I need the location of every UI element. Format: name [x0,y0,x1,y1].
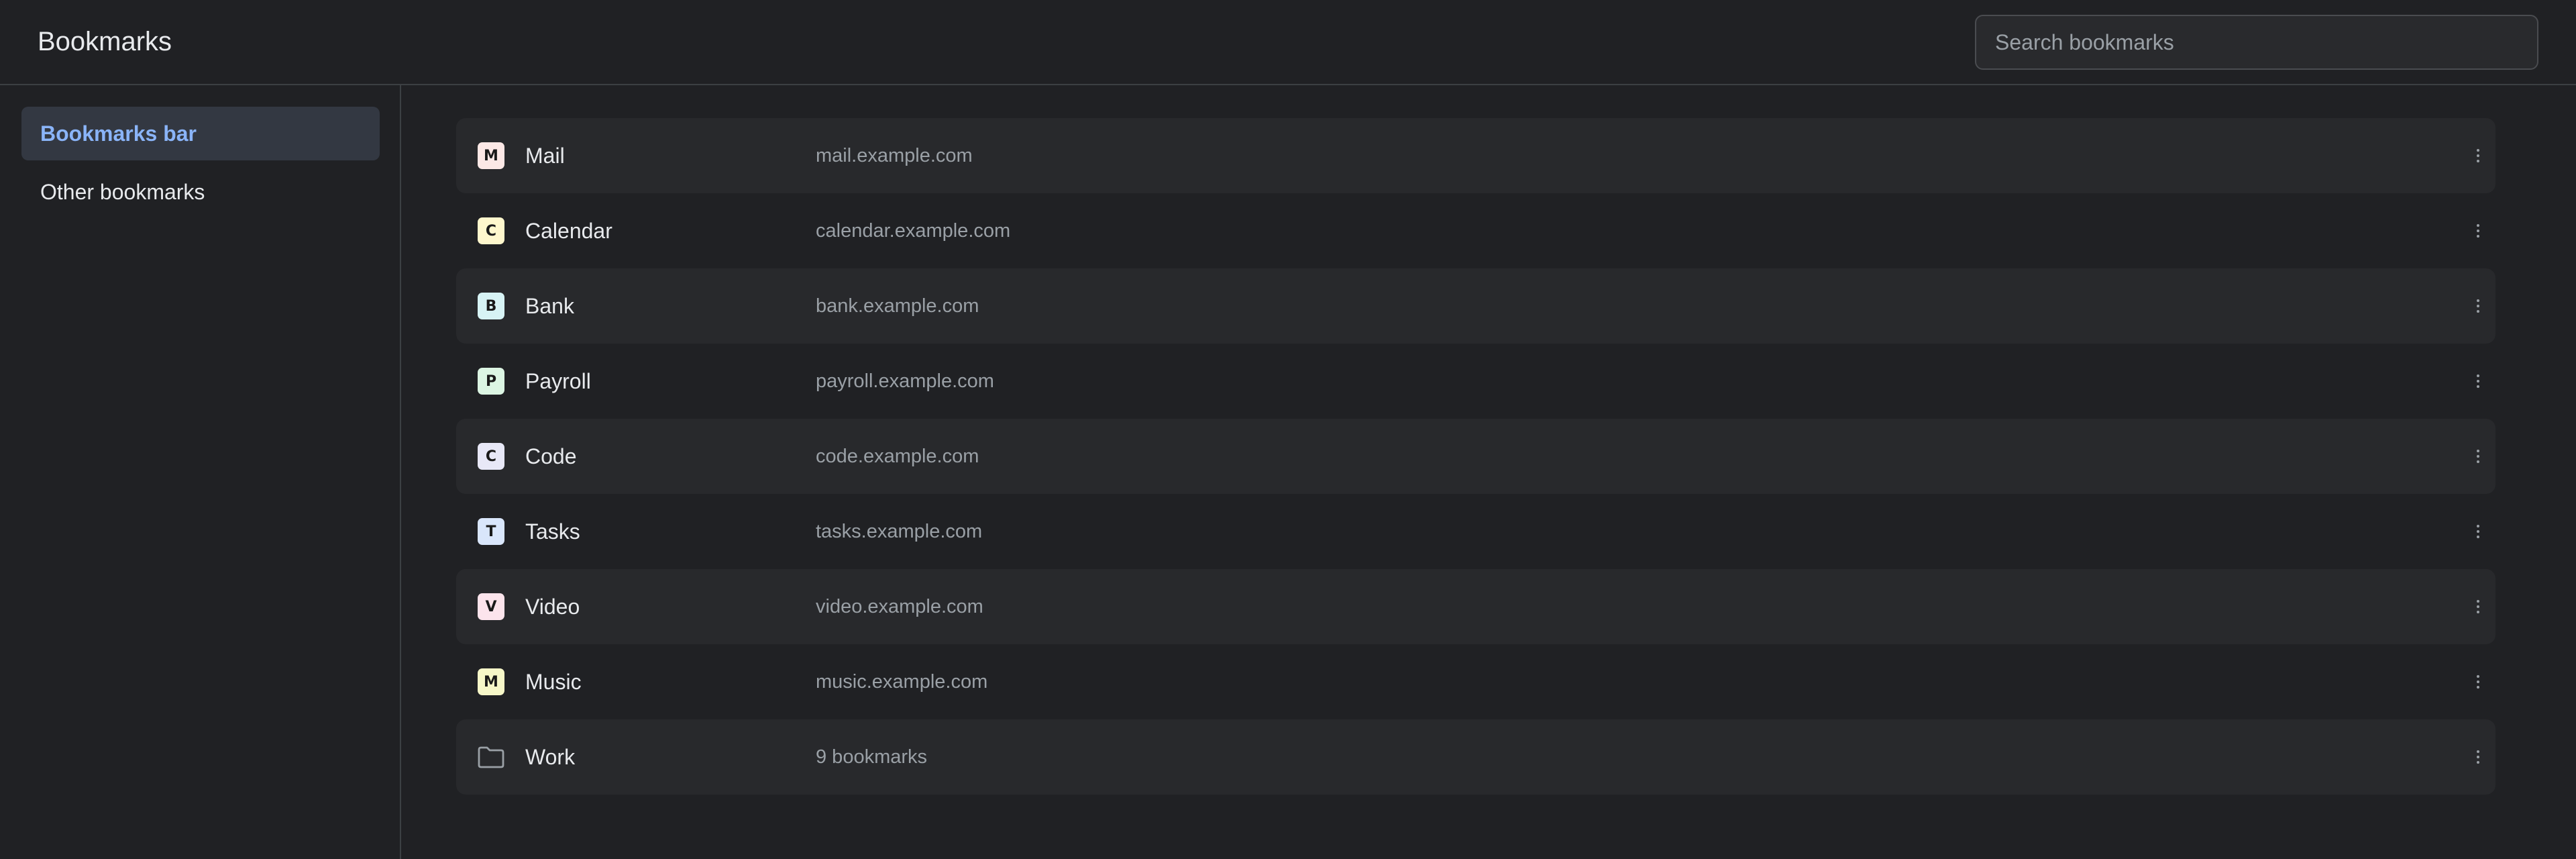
favicon-icon: M [478,142,504,169]
bookmark-url: music.example.com [816,670,988,693]
bookmark-list: M Mail mail.example.com C Calendar calendar.e… [456,118,2496,795]
bookmark-folder-row[interactable]: Work 9 bookmarks [456,719,2496,795]
bookmark-url: tasks.example.com [816,520,983,542]
bookmark-row[interactable]: P Payroll payroll.example.com [456,344,2496,419]
more-vertical-icon[interactable] [2465,217,2491,244]
page-title: Bookmarks [38,27,172,56]
bookmark-row[interactable]: M Mail mail.example.com [456,118,2496,193]
favicon-icon: P [478,368,504,395]
sidebar-item-other-bookmarks[interactable]: Other bookmarks [21,165,380,219]
more-vertical-icon[interactable] [2465,142,2491,169]
bookmark-name: Calendar [525,218,612,243]
bookmark-name: Music [525,669,582,694]
search-input[interactable] [1995,16,2518,68]
bookmark-row[interactable]: M Music music.example.com [456,644,2496,719]
bookmarks-app: Bookmarks Bookmarks bar Other bookmarks … [0,0,2576,859]
more-vertical-icon[interactable] [2465,744,2491,770]
favicon-icon: V [478,593,504,620]
search-box[interactable] [1975,15,2538,70]
bookmark-url: code.example.com [816,445,979,467]
bookmark-url: calendar.example.com [816,219,1011,242]
more-vertical-icon[interactable] [2465,593,2491,620]
favicon-icon: M [478,668,504,695]
bookmark-name: Video [525,594,580,619]
bookmark-url: bank.example.com [816,295,979,317]
sidebar: Bookmarks bar Other bookmarks [0,85,401,859]
header: Bookmarks [0,0,2576,85]
favicon-icon: C [478,217,504,244]
bookmark-name: Tasks [525,519,580,544]
more-vertical-icon[interactable] [2465,668,2491,695]
favicon-icon: C [478,443,504,470]
bookmark-name: Code [525,444,577,468]
bookmark-url: payroll.example.com [816,370,994,392]
bookmark-row[interactable]: C Calendar calendar.example.com [456,193,2496,268]
bookmark-url: video.example.com [816,595,983,617]
more-vertical-icon[interactable] [2465,293,2491,319]
bookmark-name: Bank [525,293,574,318]
sidebar-item-bookmarks-bar[interactable]: Bookmarks bar [21,107,380,160]
more-vertical-icon[interactable] [2465,443,2491,470]
favicon-icon: B [478,293,504,319]
more-vertical-icon[interactable] [2465,368,2491,395]
bookmark-row[interactable]: V Video video.example.com [456,569,2496,644]
bookmark-count: 9 bookmarks [816,746,928,768]
folder-icon [476,744,506,770]
bookmark-name: Mail [525,143,565,168]
bookmark-name: Work [525,744,576,769]
more-vertical-icon[interactable] [2465,518,2491,545]
bookmark-row[interactable]: C Code code.example.com [456,419,2496,494]
bookmark-url: mail.example.com [816,144,973,166]
bookmark-name: Payroll [525,368,591,393]
bookmark-row[interactable]: T Tasks tasks.example.com [456,494,2496,569]
bookmark-row[interactable]: B Bank bank.example.com [456,268,2496,344]
favicon-icon: T [478,518,504,545]
